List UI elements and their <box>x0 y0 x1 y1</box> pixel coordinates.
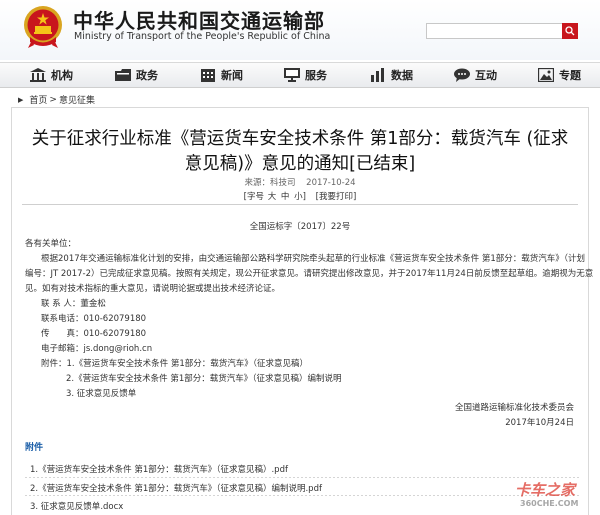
nav-item-fuwu[interactable]: 服务 <box>284 63 327 87</box>
contact-email: 电子邮箱：js.dong@rioh.cn <box>41 344 153 354</box>
attachment-divider <box>25 495 581 496</box>
article-title-line: 意见稿)》意见的通知[已结束] <box>184 154 416 174</box>
article-source: 来源：科技司 <box>244 178 296 188</box>
site-title: 中华人民共和国交通运输部 <box>73 9 325 33</box>
nav-item-xinwen[interactable]: 新闻 <box>200 63 243 87</box>
image-icon <box>538 68 554 82</box>
title-divider <box>22 204 578 205</box>
attachment-link[interactable]: 3. 征求意见反馈单.docx <box>30 500 123 512</box>
signature-org: 全国道路运输标准化技术委员会 <box>454 403 574 413</box>
contact-fax: 传 真：010-62079180 <box>41 329 147 339</box>
nav-item-zhengwu[interactable]: 政务 <box>115 63 158 87</box>
nav-item-label: 机构 <box>51 69 73 82</box>
font-medium-button[interactable]: 中 <box>281 192 290 202</box>
body-paragraph-line: 见。如有对技术指标的重大意见，请说明论据或提出技术经济论证。 <box>25 284 281 294</box>
folder-icon <box>115 69 131 81</box>
article-title: 关于征求行业标准《营运货车安全技术条件 第1部分：载货汽车 (征求 意见稿)》意… <box>20 127 580 177</box>
font-size-label: [字号 <box>243 192 264 202</box>
nav-item-label: 政务 <box>136 69 158 82</box>
article-title-line: 关于征求行业标准《营运货车安全技术条件 第1部分：载货汽车 (征求 <box>31 129 569 149</box>
nav-item-label: 服务 <box>305 69 327 82</box>
site-header: 中华人民共和国交通运输部 Ministry of Transport of th… <box>0 0 600 60</box>
nav-item-label: 互动 <box>475 69 497 82</box>
attachment-link[interactable]: 1.《营运货车安全技术条件 第1部分：载货汽车》（征求意见稿）.pdf <box>30 463 288 475</box>
breadcrumb: ▶ 首页 > 意见征集 <box>18 93 95 107</box>
watermark-text: 卡车之家 <box>515 481 576 499</box>
article-meta: 来源：科技司 2017-10-24 <box>0 176 600 188</box>
nav-item-zhuanti[interactable]: 专题 <box>538 63 581 87</box>
calendar-icon <box>201 69 215 82</box>
signature-date: 2017年10月24日 <box>505 418 574 428</box>
body-paragraph-line: 根据2017年交通运输标准化计划的安排，由交通运输部公路科学研究院牵头起草的行业… <box>41 254 585 264</box>
salutation: 各有关单位： <box>25 239 77 249</box>
breadcrumb-current[interactable]: 意见征集 <box>59 93 95 106</box>
attachment-list-line: 3. 征求意见反馈单 <box>66 389 137 399</box>
contact-person: 联 系 人：董金松 <box>41 299 106 309</box>
font-size-controls: [字号 大 中 小] [我要打印] <box>0 190 600 202</box>
nav-item-label: 专题 <box>559 69 581 82</box>
print-button[interactable]: [我要打印] <box>316 192 357 202</box>
building-icon <box>30 68 46 82</box>
search-icon <box>565 26 575 36</box>
breadcrumb-separator: > <box>49 94 57 105</box>
contact-phone: 联系电话：010-62079180 <box>41 314 147 324</box>
search-button[interactable] <box>562 23 578 39</box>
triangle-right-icon: ▶ <box>18 95 24 104</box>
article-date: 2017-10-24 <box>306 178 356 188</box>
attachment-link[interactable]: 2.《营运货车安全技术条件 第1部分：载货汽车》（征求意见稿）编制说明.pdf <box>30 482 322 494</box>
attachment-list-line: 2.《营运货车安全技术条件 第1部分：载货汽车》（征求意见稿）编制说明 <box>66 374 342 384</box>
font-large-button[interactable]: 大 <box>268 192 277 202</box>
nav-item-shuju[interactable]: 数据 <box>370 63 413 87</box>
document-number: 全国运标字〔2017〕22号 <box>249 222 351 232</box>
nav-item-hudong[interactable]: 互动 <box>454 63 497 87</box>
nav-item-label: 数据 <box>391 69 413 82</box>
monitor-icon <box>284 68 300 82</box>
nav-item-label: 新闻 <box>221 69 243 82</box>
chat-icon <box>454 68 470 82</box>
attachment-list-line: 附件：1.《营运货车安全技术条件 第1部分：载货汽车》（征求意见稿） <box>41 359 308 369</box>
bar-chart-icon <box>371 68 384 82</box>
watermark-logo: 卡车之家 360CHE.COM <box>515 479 595 513</box>
breadcrumb-home[interactable]: 首页 <box>29 93 47 106</box>
search-input[interactable] <box>426 23 568 39</box>
main-nav: 机构 政务 新闻 服务 数据 互动 专题 <box>0 62 600 88</box>
nav-item-jigou[interactable]: 机构 <box>30 63 73 87</box>
site-subtitle: Ministry of Transport of the People's Re… <box>74 31 331 42</box>
attachment-divider <box>25 477 581 478</box>
national-emblem-icon <box>24 6 62 48</box>
body-paragraph-line: 编号：JT 2017-2）已完成征求意见稿。按照有关规定，现公开征求意见。请研究… <box>25 269 594 279</box>
watermark-url: 360CHE.COM <box>520 499 579 508</box>
attachments-heading: 附件 <box>25 443 44 453</box>
font-small-button[interactable]: 小] <box>294 192 306 202</box>
